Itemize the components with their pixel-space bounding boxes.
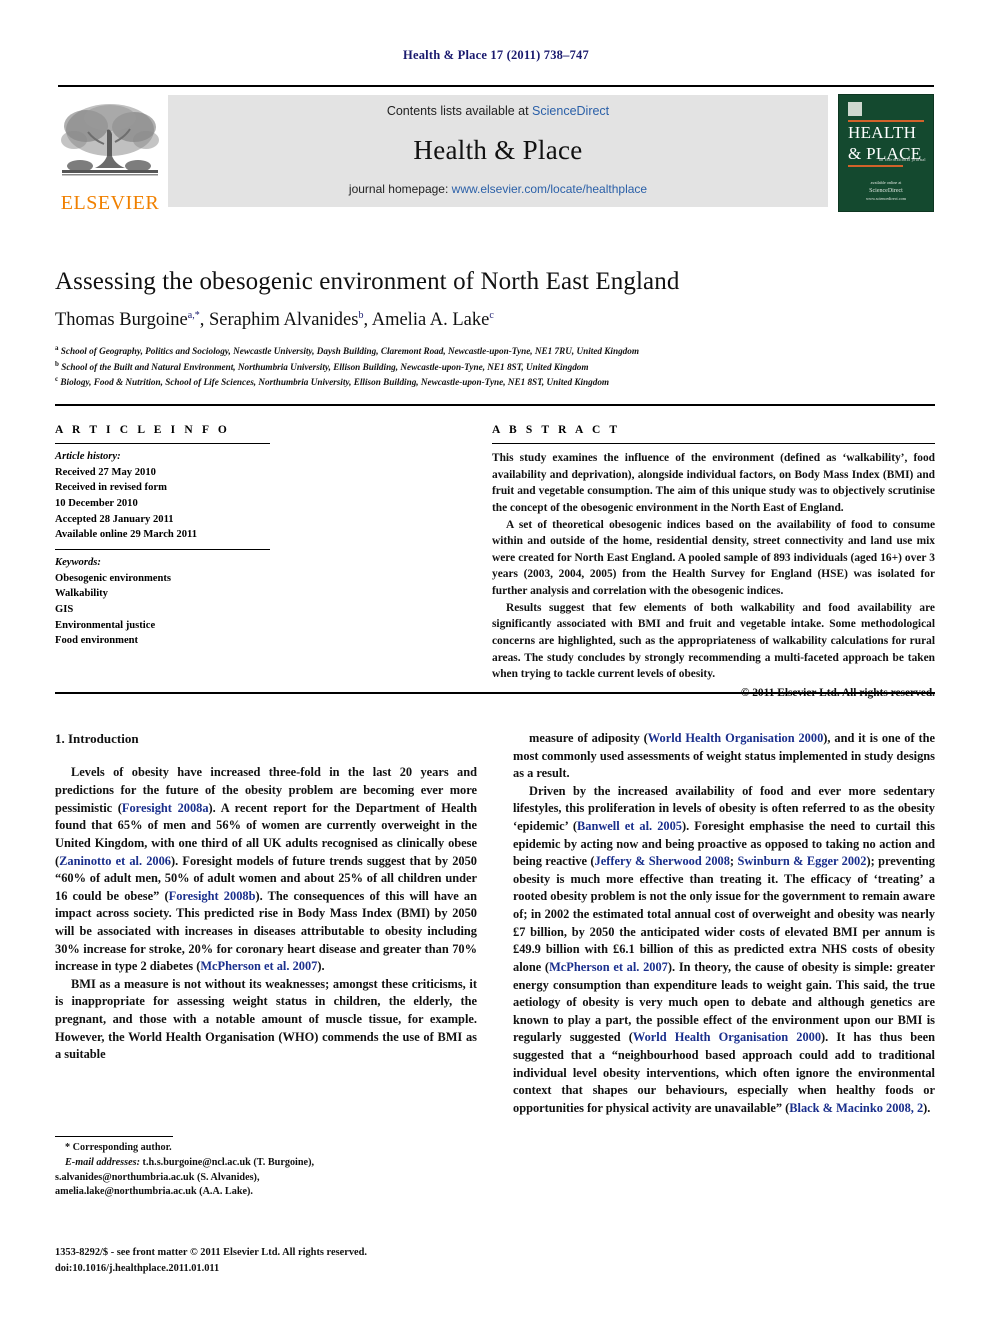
journal-homepage-line: journal homepage: www.elsevier.com/locat… xyxy=(349,182,647,196)
author-affiliation-marker: a,* xyxy=(187,310,200,321)
introduction-heading: 1. Introduction xyxy=(55,731,139,746)
body-paragraph: measure of adiposity (World Health Organ… xyxy=(513,731,936,781)
affiliation-marker: c xyxy=(55,375,59,384)
elsevier-tree-icon xyxy=(60,100,160,192)
citation-link[interactable]: Jeffery & Sherwood 2008 xyxy=(595,854,730,868)
affiliation-list: a School of Geography, Politics and Soci… xyxy=(55,343,935,390)
journal-cover-thumbnail: HEALTH & PLACE an international journal … xyxy=(838,94,934,212)
citation-link[interactable]: World Health Organisation 2000 xyxy=(633,1030,821,1044)
keyword-item: GIS xyxy=(55,604,74,616)
introduction-right-column: measure of adiposity (World Health Organ… xyxy=(513,730,935,1117)
cover-rule-bottom xyxy=(848,165,903,167)
history-item: Received in revised form xyxy=(55,482,167,494)
keyword-item: Environmental justice xyxy=(55,619,156,631)
section-divider-top xyxy=(55,404,935,406)
cover-title-line1: HEALTH xyxy=(848,123,917,142)
abstract-heading: A B S T R A C T xyxy=(492,424,621,436)
author-name: Amelia A. Lake xyxy=(371,310,490,331)
journal-masthead: ELSEVIER Contents lists available at Sci… xyxy=(58,85,934,215)
email-addresses-line: E-mail addresses: t.h.s.burgoine@ncl.ac.… xyxy=(55,1156,477,1171)
imprint-block: 1353-8292/$ - see front matter © 2011 El… xyxy=(55,1245,515,1276)
abstract-paragraph: A set of theoretical obesogenic indices … xyxy=(492,518,935,598)
affiliation-item: a School of Geography, Politics and Soci… xyxy=(55,343,935,359)
abstract-body: This study examines the influence of the… xyxy=(492,444,935,702)
section-divider-bottom xyxy=(55,692,935,694)
author-list: Thomas Burgoinea,*, Seraphim Alvanidesb,… xyxy=(55,310,494,331)
email-address[interactable]: t.h.s.burgoine@ncl.ac.uk (T. Burgoine), xyxy=(143,1157,314,1168)
author-name: Seraphim Alvanides xyxy=(208,310,359,331)
sciencedirect-link[interactable]: ScienceDirect xyxy=(532,104,609,118)
elsevier-wordmark: ELSEVIER xyxy=(60,192,160,214)
keyword-item: Food environment xyxy=(55,635,139,647)
citation-link[interactable]: McPherson et al. 2007 xyxy=(200,959,317,973)
affiliation-marker: b xyxy=(55,359,59,368)
keyword-item: Walkability xyxy=(55,588,108,600)
author-affiliation-marker: b xyxy=(358,310,364,321)
cover-footer-url: www.sciencedirect.com xyxy=(866,195,906,201)
journal-title: Health & Place xyxy=(413,134,583,165)
page-title: Assessing the obesogenic environment of … xyxy=(55,268,680,295)
elsevier-logo: ELSEVIER xyxy=(58,91,162,215)
cover-footer-brand: ScienceDirect xyxy=(869,187,903,194)
body-paragraph: BMI as a measure is not without its weak… xyxy=(55,976,477,1062)
history-item: 10 December 2010 xyxy=(55,498,138,510)
abstract-paragraph: This study examines the influence of the… xyxy=(492,452,935,514)
affiliation-marker: a xyxy=(55,344,59,352)
cover-subtitle: an international journal xyxy=(879,157,926,162)
citation-link[interactable]: Swinburn & Egger 2002 xyxy=(737,854,866,868)
body-paragraph: Levels of obesity have increased three-f… xyxy=(55,765,478,974)
journal-homepage-link[interactable]: www.elsevier.com/locate/healthplace xyxy=(452,182,647,196)
footnote-divider xyxy=(55,1136,173,1137)
body-paragraph: Driven by the increased availability of … xyxy=(513,783,936,1115)
abstract-column: A B S T R A C T This study examines the … xyxy=(492,424,935,702)
keywords-block: Keywords: Obesogenic environments Walkab… xyxy=(55,550,270,649)
contents-prefix: Contents lists available at xyxy=(386,104,533,118)
contents-list-line: Contents lists available at ScienceDirec… xyxy=(387,104,609,118)
citation-link[interactable]: Banwell et al. 2005 xyxy=(577,819,682,833)
affiliation-text: School of Geography, Politics and Sociol… xyxy=(60,346,640,357)
doi-line[interactable]: doi:10.1016/j.healthplace.2011.01.011 xyxy=(55,1261,515,1277)
citation-link[interactable]: World Health Organisation 2000 xyxy=(648,731,823,745)
corresponding-author-note: * Corresponding author. xyxy=(65,1142,172,1153)
article-info-heading: A R T I C L E I N F O xyxy=(55,424,230,436)
citation-link[interactable]: Zaninotto et al. 2006 xyxy=(59,854,171,868)
email-address[interactable]: amelia.lake@northumbria.ac.uk (A.A. Lake… xyxy=(55,1185,477,1200)
history-item: Accepted 28 January 2011 xyxy=(55,513,174,525)
keyword-item: Obesogenic environments xyxy=(55,572,172,584)
affiliation-item: b School of the Built and Natural Enviro… xyxy=(55,359,935,375)
cover-rule-top xyxy=(848,120,924,122)
citation-link[interactable]: Black & Macinko 2008, 2 xyxy=(789,1101,923,1115)
article-info-column: A R T I C L E I N F O Article history: R… xyxy=(55,424,270,649)
introduction-left-column: 1. Introduction Levels of obesity have i… xyxy=(55,730,477,1064)
running-head: Health & Place 17 (2011) 738–747 xyxy=(403,48,589,62)
history-item: Available online 29 March 2011 xyxy=(55,529,198,541)
issn-copyright-line: 1353-8292/$ - see front matter © 2011 El… xyxy=(55,1247,368,1258)
affiliation-text: School of the Built and Natural Environm… xyxy=(61,361,589,372)
citation-link[interactable]: Foresight 2008a xyxy=(122,801,209,815)
affiliation-text: Biology, Food & Nutrition, School of Lif… xyxy=(60,377,610,388)
abstract-paragraph: Results suggest that few elements of bot… xyxy=(492,601,935,681)
citation-link[interactable]: Foresight 2008b xyxy=(169,889,256,903)
sciencedirect-banner: Contents lists available at ScienceDirec… xyxy=(168,95,828,207)
author-affiliation-marker: c xyxy=(489,310,494,321)
author-name: Thomas Burgoine xyxy=(55,310,188,331)
affiliation-item: c Biology, Food & Nutrition, School of L… xyxy=(55,374,935,390)
email-addresses-label: E-mail addresses: xyxy=(65,1156,140,1168)
history-item: Received 27 May 2010 xyxy=(55,466,156,478)
footnote-block: * Corresponding author. E-mail addresses… xyxy=(55,1136,477,1200)
email-address[interactable]: s.alvanides@northumbria.ac.uk (S. Alvani… xyxy=(55,1171,477,1186)
article-history-label: Article history: xyxy=(55,451,121,462)
homepage-prefix: journal homepage: xyxy=(348,182,452,196)
cover-footer: available online at ScienceDirect www.sc… xyxy=(839,180,933,202)
cover-publisher-badge-icon xyxy=(848,102,862,116)
keywords-label: Keywords: xyxy=(55,557,101,569)
article-page: Health & Place 17 (2011) 738–747 ELSEVIE… xyxy=(0,0,992,1323)
article-history-block: Article history: Received 27 May 2010 Re… xyxy=(55,444,270,543)
citation-link[interactable]: McPherson et al. 2007 xyxy=(549,960,668,974)
